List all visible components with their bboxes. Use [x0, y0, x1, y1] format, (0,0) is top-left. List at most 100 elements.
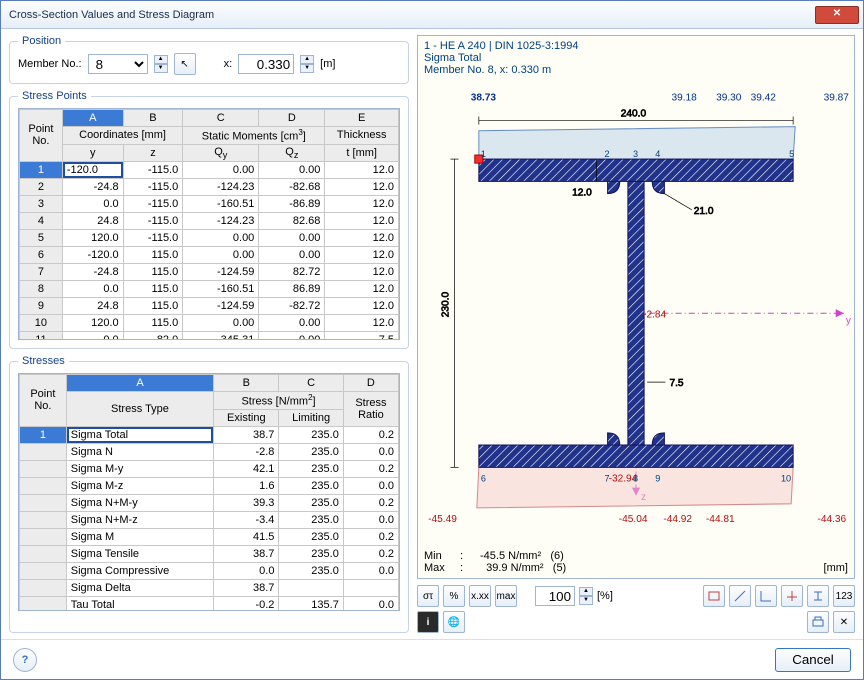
- diagram-toolbar-2: i 🌐 ✕: [417, 607, 855, 633]
- svg-text:6: 6: [481, 474, 486, 484]
- view-numbers-button[interactable]: 123: [833, 585, 855, 607]
- view-dim-button[interactable]: [755, 585, 777, 607]
- table-row[interactable]: 1 -120.0-115.0 0.000.0012.0: [20, 161, 399, 178]
- position-group: Position Member No.: 8 ▲▼ ↖ x: ▲▼ [m]: [9, 35, 409, 84]
- diagram-canvas[interactable]: y z: [418, 80, 854, 546]
- table-row[interactable]: 4 24.8-115.0 -124.2382.6812.0: [20, 212, 399, 229]
- stresses-table: PointNo. A B C D Stress Type Stress [N/m…: [19, 374, 399, 611]
- col-B[interactable]: B: [123, 110, 183, 127]
- x-label: x:: [224, 58, 233, 70]
- member-spinner[interactable]: ▲▼: [154, 55, 168, 73]
- svg-text:-44.36: -44.36: [817, 514, 846, 525]
- table-row[interactable]: Sigma M41.5235.00.2: [20, 528, 399, 545]
- max-button[interactable]: max: [495, 585, 517, 607]
- dialog-footer: ? Cancel: [1, 639, 863, 679]
- table-row[interactable]: Sigma N-2.8235.00.0: [20, 443, 399, 460]
- member-no-select[interactable]: 8: [88, 54, 148, 74]
- scol-ratio: StressRatio: [343, 392, 398, 427]
- zoom-unit: [%]: [597, 590, 613, 602]
- col-z: z: [123, 144, 183, 161]
- table-row[interactable]: 5 120.0-115.0 0.000.0012.0: [20, 229, 399, 246]
- stress-points-table: PointNo. A B C D E Coordinates [mm] Stat…: [19, 109, 399, 340]
- diagram-title: 1 - HE A 240 | DIN 1025-3:1994: [424, 40, 848, 52]
- scol-D[interactable]: D: [343, 375, 398, 392]
- table-row[interactable]: Sigma Tensile38.7235.00.2: [20, 545, 399, 562]
- svg-text:10: 10: [781, 474, 791, 484]
- position-legend: Position: [18, 35, 65, 47]
- scol-B[interactable]: B: [214, 375, 279, 392]
- col-E[interactable]: E: [325, 110, 399, 127]
- table-row[interactable]: 10 120.0115.0 0.000.0012.0: [20, 314, 399, 331]
- diagram-member: Member No. 8, x: 0.330 m: [424, 64, 848, 76]
- x-input[interactable]: [238, 54, 294, 74]
- table-row[interactable]: Sigma Compressive0.0235.00.0: [20, 562, 399, 579]
- col-Qy: Qy: [183, 144, 259, 161]
- col-thick: Thickness: [325, 127, 399, 145]
- view-points-button[interactable]: [781, 585, 803, 607]
- scol-A[interactable]: A: [66, 375, 213, 392]
- svg-text:1: 1: [481, 149, 486, 159]
- svg-text:y: y: [846, 315, 852, 326]
- table-row[interactable]: Sigma M-z1.6235.00.0: [20, 477, 399, 494]
- globe-button[interactable]: 🌐: [443, 611, 465, 633]
- x-spinner[interactable]: ▲▼: [300, 55, 314, 73]
- close-button[interactable]: ✕: [815, 6, 859, 24]
- svg-text:2: 2: [605, 149, 610, 159]
- dialog-window: Cross-Section Values and Stress Diagram …: [0, 0, 864, 680]
- dialog-body: Position Member No.: 8 ▲▼ ↖ x: ▲▼ [m] St…: [1, 29, 863, 639]
- settings-button[interactable]: ✕: [833, 611, 855, 633]
- svg-text:39.87: 39.87: [824, 92, 850, 103]
- help-button[interactable]: ?: [13, 648, 37, 672]
- col-C[interactable]: C: [183, 110, 259, 127]
- svg-text:-44.92: -44.92: [663, 514, 692, 525]
- col-point-no[interactable]: PointNo.: [20, 110, 63, 162]
- svg-text:3: 3: [633, 149, 638, 159]
- table-row[interactable]: 7 -24.8115.0 -124.5982.7212.0: [20, 263, 399, 280]
- unit-label: [mm]: [824, 562, 848, 574]
- values-button[interactable]: x.xx: [469, 585, 491, 607]
- svg-text:39.30: 39.30: [716, 92, 742, 103]
- svg-text:230.0: 230.0: [440, 292, 451, 318]
- minmax-block: Min:-45.5 N/mm² (6) Max: 39.9 N/mm² (5) …: [418, 546, 854, 578]
- table-row[interactable]: 9 24.8115.0 -124.59-82.7212.0: [20, 297, 399, 314]
- table-row[interactable]: Tau Total-0.2135.70.0: [20, 596, 399, 611]
- scol-C[interactable]: C: [279, 375, 343, 392]
- print-button[interactable]: [807, 611, 829, 633]
- view-ibeam-button[interactable]: [807, 585, 829, 607]
- info-button[interactable]: i: [417, 611, 439, 633]
- table-row[interactable]: 11 0.0-82.0 -345.310.007.5: [20, 331, 399, 340]
- zoom-input[interactable]: [535, 586, 575, 606]
- stresses-table-wrap[interactable]: PointNo. A B C D Stress Type Stress [N/m…: [18, 373, 400, 611]
- cancel-button[interactable]: Cancel: [775, 648, 851, 672]
- sigma-button[interactable]: στ: [417, 585, 439, 607]
- table-row[interactable]: Sigma N+M-y39.3235.00.2: [20, 494, 399, 511]
- table-row[interactable]: Sigma N+M-z-3.4235.00.0: [20, 511, 399, 528]
- zoom-spinner[interactable]: ▲▼: [579, 587, 593, 605]
- svg-text:-2.84: -2.84: [643, 309, 666, 320]
- svg-text:-45.49: -45.49: [428, 514, 457, 525]
- svg-text:21.0: 21.0: [694, 206, 714, 217]
- stress-points-table-wrap[interactable]: PointNo. A B C D E Coordinates [mm] Stat…: [18, 108, 400, 340]
- table-row[interactable]: 3 0.0-115.0 -160.51-86.8912.0: [20, 195, 399, 212]
- col-t: t [mm]: [325, 144, 399, 161]
- member-no-label: Member No.:: [18, 58, 82, 70]
- pick-member-button[interactable]: ↖: [174, 53, 196, 75]
- svg-text:5: 5: [789, 149, 794, 159]
- view-axis-button[interactable]: [729, 585, 751, 607]
- table-row[interactable]: Sigma Delta38.7: [20, 579, 399, 596]
- table-row[interactable]: 2 -24.8-115.0 -124.23-82.6812.0: [20, 178, 399, 195]
- table-row[interactable]: 1Sigma Total38.7235.00.2: [20, 426, 399, 443]
- col-D[interactable]: D: [259, 110, 325, 127]
- table-row[interactable]: 6 -120.0115.0 0.000.0012.0: [20, 246, 399, 263]
- col-A[interactable]: A: [62, 110, 123, 127]
- section-svg: y z: [418, 80, 854, 526]
- view-section-button[interactable]: [703, 585, 725, 607]
- percent-button[interactable]: %: [443, 585, 465, 607]
- table-row[interactable]: Sigma M-y42.1235.00.2: [20, 460, 399, 477]
- col-moments: Static Moments [cm3]: [183, 127, 325, 145]
- svg-text:240.0: 240.0: [621, 109, 647, 120]
- stress-points-group: Stress Points PointNo. A B C D E Coordin…: [9, 90, 409, 349]
- stress-points-legend: Stress Points: [18, 90, 91, 102]
- scol-point-no[interactable]: PointNo.: [20, 375, 67, 427]
- table-row[interactable]: 8 0.0115.0 -160.5186.8912.0: [20, 280, 399, 297]
